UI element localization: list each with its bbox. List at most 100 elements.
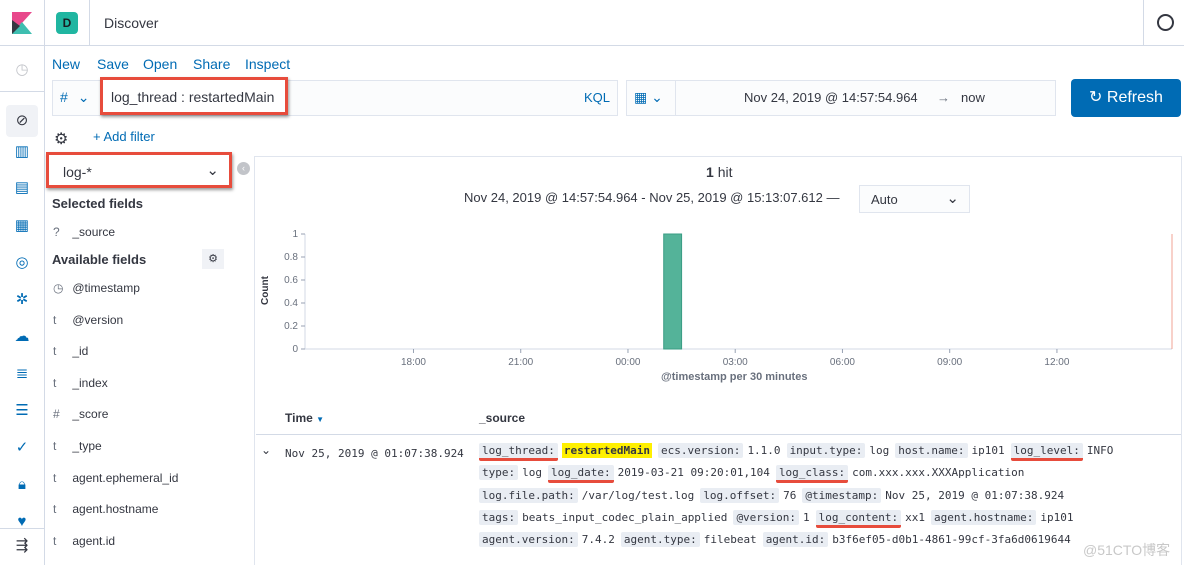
row-source: log_thread: restartedMain ecs.version: 1.1.… — [479, 443, 1179, 555]
source-field-key: ecs.version: — [657, 443, 744, 458]
y-axis-label: Count — [259, 276, 271, 305]
column-header-source: _source — [479, 411, 526, 425]
expand-row-chevron-icon[interactable]: ⌄ — [261, 443, 271, 457]
help-icon[interactable] — [1157, 14, 1174, 31]
field-item[interactable]: t agent.ephemeral_id — [53, 471, 178, 485]
start-date[interactable]: Nov 24, 2019 @ 14:57:54.964 — [744, 90, 918, 105]
field-item[interactable]: t _id — [53, 344, 88, 358]
menu-save[interactable]: Save — [97, 56, 129, 72]
source-field-key: type: — [479, 465, 519, 481]
end-date[interactable]: now — [961, 90, 985, 105]
field-name: agent.hostname — [72, 502, 159, 517]
histogram-chart: 0 0.2 0.4 0.6 0.8 1 18:00 21:00 00:00 03:00 06:00 0… — [284, 229, 1173, 368]
field-item[interactable]: t agent.hostname — [53, 502, 158, 516]
source-field-value: INFO — [1086, 444, 1114, 457]
source-field-value: log — [522, 466, 542, 480]
field-type-icon: ? — [53, 225, 60, 239]
source-field-value: 7.4.2 — [581, 533, 615, 547]
field-source[interactable]: ? _source — [53, 225, 115, 239]
interval-select[interactable]: Auto ⌄ — [859, 185, 970, 213]
visualize-icon[interactable]: ▥ — [12, 142, 32, 162]
query-input[interactable]: log_thread : restartedMain — [100, 77, 288, 115]
source-field-key: tags: — [479, 509, 519, 525]
canvas-icon[interactable]: ▦ — [12, 216, 32, 236]
uptime-icon[interactable]: ✓ — [12, 438, 32, 458]
maps-icon[interactable]: ◎ — [12, 253, 32, 273]
query-type-selector[interactable]: # ⌄ — [60, 89, 89, 106]
field-name: _type — [72, 439, 102, 453]
discover-compass-icon[interactable]: ⊘ — [6, 105, 38, 137]
refresh-icon: ↻ — [1089, 89, 1103, 106]
kibana-logo[interactable] — [12, 12, 32, 34]
filter-settings-gear-icon[interactable]: ⚙ — [54, 129, 68, 149]
kql-toggle[interactable]: KQL — [584, 90, 610, 105]
recent-clock-icon[interactable]: ◷ — [12, 60, 32, 80]
infrastructure-icon[interactable]: ☁ — [12, 327, 32, 347]
space-avatar[interactable]: D — [56, 12, 78, 34]
collapse-menu-icon[interactable]: ⇶ — [12, 536, 32, 556]
x-tick-label: 09:00 — [937, 357, 962, 368]
chevron-down-icon: ⌄ — [77, 89, 90, 105]
source-field-value: 1 — [803, 510, 810, 524]
source-field-key: agent.version: — [479, 532, 578, 548]
field-name: agent.id — [72, 533, 116, 548]
fields-settings-gear-icon[interactable]: ⚙ — [202, 249, 224, 269]
field-type-icon: t — [53, 344, 57, 359]
y-tick-label: 1 — [292, 229, 298, 240]
histogram-bar — [663, 233, 683, 350]
devtools-icon[interactable]: ♥ — [12, 512, 32, 532]
x-tick-label: 06:00 — [830, 357, 855, 368]
field-type-icon: t — [53, 502, 57, 517]
ml-icon[interactable]: ✲ — [12, 290, 32, 310]
source-field-value: filebeat — [703, 533, 757, 547]
refresh-button[interactable]: ↻ Refresh — [1071, 79, 1181, 117]
source-field-value: 76 — [783, 488, 797, 502]
column-header-time[interactable]: Time ▼ — [285, 411, 324, 425]
menu-open[interactable]: Open — [143, 56, 177, 72]
logs-icon[interactable]: ≣ — [12, 364, 32, 384]
field-type-icon: t — [53, 375, 57, 390]
number-type-icon: # — [60, 89, 68, 105]
menu-inspect[interactable]: Inspect — [245, 56, 290, 72]
field-type-icon: t — [53, 312, 57, 327]
field-item[interactable]: t _type — [53, 439, 102, 453]
source-field-value: 2019-03-21 09:20:01,104 — [617, 466, 770, 480]
source-field-key: input.type: — [786, 443, 866, 458]
field-item[interactable]: ◷ @timestamp — [53, 281, 140, 295]
source-field-value: beats_input_codec_plain_applied — [522, 510, 728, 524]
x-tick-label: 03:00 — [723, 357, 748, 368]
siem-lock-icon[interactable]: 🔒︎ — [12, 475, 32, 495]
calendar-quick-menu[interactable]: ▦ ⌄ — [634, 89, 674, 106]
field-item[interactable]: t @version — [53, 313, 123, 327]
field-name: _score — [72, 407, 109, 422]
source-field-value: ip101 — [971, 444, 1005, 457]
apm-icon[interactable]: ☰ — [12, 401, 32, 421]
add-filter-button[interactable]: + Add filter — [93, 129, 155, 144]
source-field-value: /var/log/test.log — [581, 488, 695, 502]
field-item[interactable]: t _index — [53, 376, 108, 390]
collapse-sidebar-icon[interactable]: ‹ — [237, 162, 250, 175]
source-field-value: com.xxx.xxx.XXXApplication — [852, 466, 1025, 480]
y-tick-label: 0.4 — [284, 298, 298, 309]
index-pattern-label: log-* — [63, 164, 92, 180]
refresh-label: Refresh — [1106, 89, 1163, 106]
field-item[interactable]: # _score — [53, 407, 108, 421]
watermark: @51CTO博客 — [1083, 542, 1171, 558]
source-field-value: ip101 — [1040, 510, 1074, 524]
field-name: @version — [72, 312, 124, 327]
available-fields-title: Available fields — [52, 252, 147, 267]
y-tick-label: 0.8 — [284, 252, 298, 263]
menu-share[interactable]: Share — [193, 56, 230, 72]
x-tick-label: 21:00 — [508, 357, 533, 368]
row-time: Nov 25, 2019 @ 01:07:38.924 — [285, 447, 464, 460]
calendar-icon: ▦ — [634, 89, 648, 105]
menu-new[interactable]: New — [52, 56, 80, 72]
hit-count: 1 hit — [706, 164, 732, 180]
x-tick-label: 12:00 — [1044, 357, 1069, 368]
source-field-key: log_class: — [775, 465, 849, 484]
source-field-value: log — [869, 444, 890, 457]
y-tick-label: 0 — [292, 344, 298, 355]
dashboard-icon[interactable]: ▤ — [12, 178, 32, 198]
field-item[interactable]: t agent.id — [53, 534, 115, 548]
index-pattern-selector[interactable]: log-* ⌄ — [46, 152, 232, 188]
